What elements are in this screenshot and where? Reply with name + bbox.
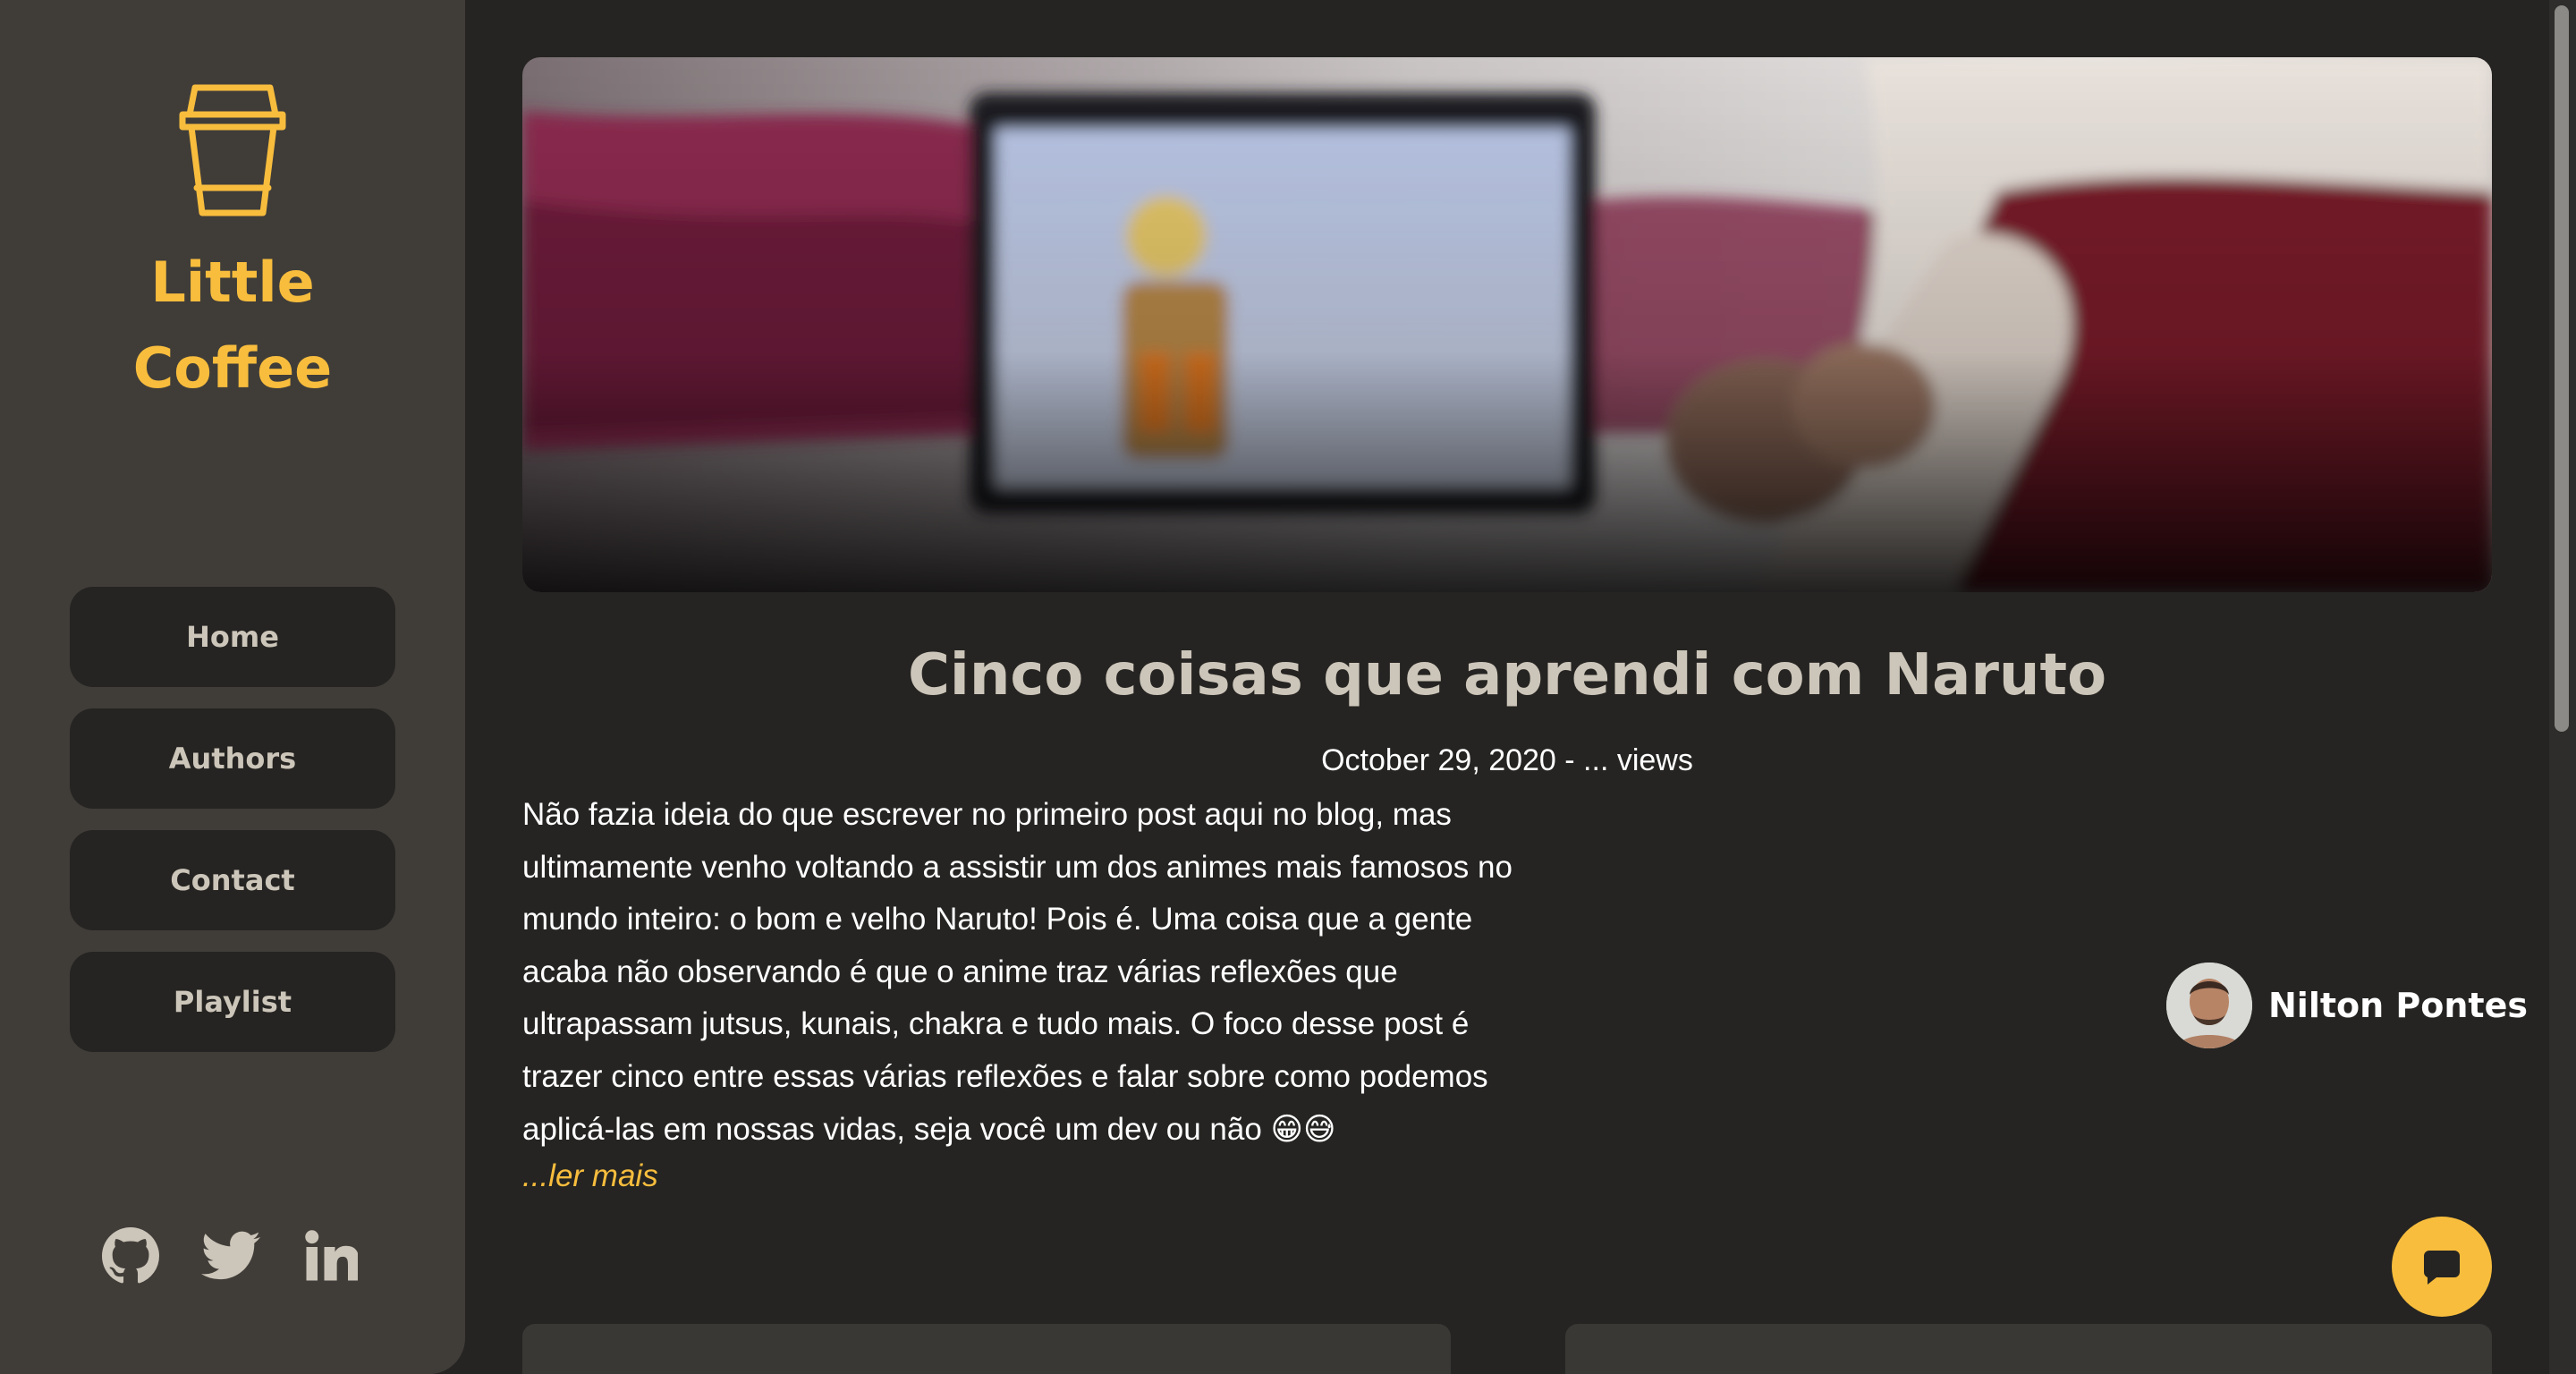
post-title[interactable]: Cinco coisas que aprendi com Naruto xyxy=(522,635,2492,716)
brand-line-2: Coffee xyxy=(132,335,333,401)
post-excerpt: Não fazia ideia do que escrever no prime… xyxy=(522,797,1513,1147)
read-more-link[interactable]: ...ler mais xyxy=(522,1154,658,1199)
social-links xyxy=(100,1226,361,1286)
author-avatar xyxy=(2166,963,2252,1048)
post-card[interactable] xyxy=(522,1324,1451,1374)
twitter-icon[interactable] xyxy=(200,1226,261,1286)
coffee-cup-icon[interactable] xyxy=(177,82,288,218)
post-cover-image[interactable] xyxy=(522,57,2492,592)
chat-icon[interactable] xyxy=(2392,1217,2492,1317)
github-icon[interactable] xyxy=(100,1226,161,1286)
brand-name[interactable]: Little Coffee xyxy=(0,240,465,411)
linkedin-icon[interactable] xyxy=(301,1226,361,1286)
brand-line-1: Little xyxy=(150,250,315,315)
nav-home-button[interactable]: Home xyxy=(70,587,395,687)
nav-playlist-button[interactable]: Playlist xyxy=(70,952,395,1052)
nav-authors-button[interactable]: Authors xyxy=(70,708,395,809)
author-name: Nilton Pontes xyxy=(2268,986,2528,1025)
nav-contact-button[interactable]: Contact xyxy=(70,830,395,930)
scrollbar-thumb[interactable] xyxy=(2555,5,2569,732)
main-nav: Home Authors Contact Playlist xyxy=(70,587,395,1073)
post-meta: October 29, 2020 - ... views xyxy=(1321,743,1693,777)
sidebar: Little Coffee Home Authors Contact Playl… xyxy=(0,0,465,1374)
post-author[interactable]: Nilton Pontes xyxy=(2166,963,2528,1048)
post-card[interactable] xyxy=(1565,1324,2492,1374)
page-scrollbar[interactable] xyxy=(2549,0,2576,1374)
